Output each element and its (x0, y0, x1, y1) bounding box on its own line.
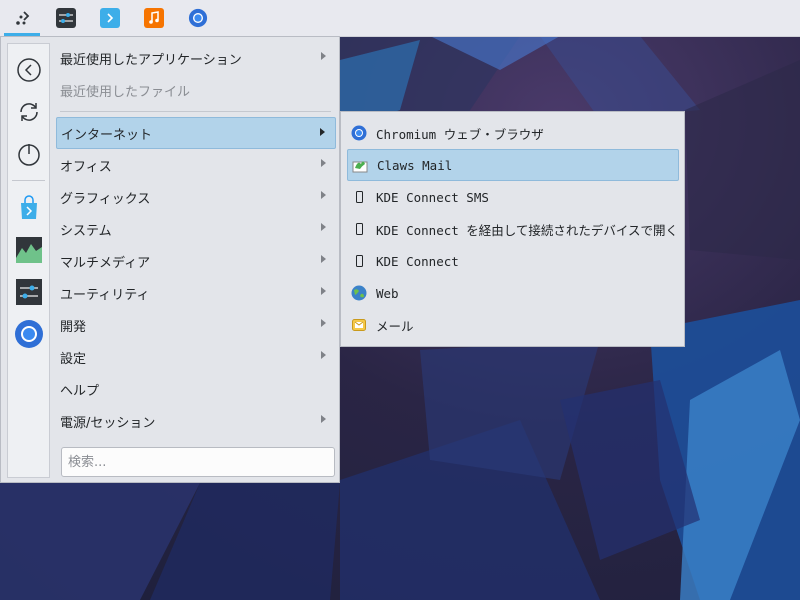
favorites-bar (7, 43, 50, 478)
submenu-arrow-icon (321, 351, 326, 359)
menu-item-utilities[interactable]: ユーティリティ (56, 277, 336, 309)
submenu-item-kde-connect[interactable]: KDE Connect (347, 245, 679, 277)
power-button[interactable] (13, 138, 45, 170)
chromium-icon (15, 320, 43, 348)
submenu-item-kde-connect-open[interactable]: KDE Connect を経由して接続されたデバイスで開く (347, 213, 679, 245)
store-bag-icon (100, 8, 120, 28)
submenu-item-web[interactable]: Web (347, 277, 679, 309)
phone-icon (351, 221, 367, 237)
submenu-arrow-icon (321, 255, 326, 263)
menu-item-label: ユーティリティ (60, 287, 150, 303)
back-icon (17, 58, 41, 82)
menu-item-label: 設定 (60, 351, 87, 367)
submenu-item-label: メール (376, 318, 414, 334)
chromium-button[interactable] (176, 0, 220, 36)
discover-favorite[interactable] (13, 192, 45, 224)
chromium-icon (188, 8, 208, 28)
submenu-arrow-icon (321, 223, 326, 231)
menu-item-office[interactable]: オフィス (56, 149, 336, 181)
kde-launcher-icon (12, 8, 32, 28)
submenu-item-label: Web (376, 285, 399, 301)
menu-separator (60, 111, 331, 112)
globe-icon (351, 285, 367, 301)
submenu-arrow-icon (321, 415, 326, 423)
submenu-item-chromium[interactable]: Chromium ウェブ・ブラウザ (347, 117, 679, 149)
menu-item-internet[interactable]: インターネット (56, 117, 336, 149)
menu-item-recent-files: 最近使用したファイル (56, 74, 336, 106)
taskbar (0, 0, 800, 37)
back-button[interactable] (13, 54, 45, 86)
music-button[interactable] (132, 0, 176, 36)
sliders-icon (56, 8, 76, 28)
submenu-item-kde-connect-sms[interactable]: KDE Connect SMS (347, 181, 679, 213)
system-settings-icon (16, 279, 42, 305)
menu-item-development[interactable]: 開発 (56, 309, 336, 341)
menu-item-graphics[interactable]: グラフィックス (56, 181, 336, 213)
menu-item-label: ヘルプ (60, 383, 100, 399)
submenu-item-label: KDE Connect を経由して接続されたデバイスで開く (376, 222, 679, 238)
chromium-icon (351, 125, 367, 141)
menu-item-multimedia[interactable]: マルチメディア (56, 245, 336, 277)
system-monitor-favorite[interactable] (13, 234, 45, 266)
application-menu: 最近使用したアプリケーション 最近使用したファイル インターネット オフィス グ… (0, 36, 340, 483)
submenu-arrow-icon (321, 319, 326, 327)
menu-item-label: インターネット (61, 127, 153, 143)
menu-item-recent-apps[interactable]: 最近使用したアプリケーション (56, 42, 336, 74)
phone-icon (351, 189, 367, 205)
submenu-item-label: KDE Connect (376, 253, 459, 269)
music-note-icon (144, 8, 164, 28)
menu-item-label: オフィス (60, 159, 112, 175)
discover-button[interactable] (88, 0, 132, 36)
menu-item-label: グラフィックス (60, 191, 151, 207)
internet-submenu: Chromium ウェブ・ブラウザ Claws Mail KDE Connect… (340, 111, 685, 347)
submenu-arrow-icon (321, 52, 326, 60)
power-icon (18, 144, 40, 166)
favorites-separator (12, 180, 45, 181)
phone-icon (351, 253, 367, 269)
submenu-item-label: Claws Mail (377, 157, 453, 173)
chromium-favorite[interactable] (13, 318, 45, 350)
menu-item-label: システム (60, 223, 112, 239)
menu-item-settings[interactable]: 設定 (56, 341, 336, 373)
menu-item-label: 開発 (60, 319, 87, 335)
menu-item-label: 電源/セッション (60, 415, 156, 431)
system-settings-button[interactable] (44, 0, 88, 36)
menu-item-label: 最近使用したファイル (60, 84, 191, 100)
refresh-button[interactable] (13, 96, 45, 128)
discover-icon (21, 195, 37, 219)
submenu-arrow-icon (321, 191, 326, 199)
submenu-arrow-icon (320, 128, 325, 136)
system-settings-favorite[interactable] (13, 276, 45, 308)
claws-mail-icon (352, 158, 368, 174)
submenu-item-label: Chromium ウェブ・ブラウザ (376, 126, 544, 142)
menu-item-help[interactable]: ヘルプ (56, 373, 336, 405)
submenu-item-mail[interactable]: メール (347, 309, 679, 341)
menu-item-power-session[interactable]: 電源/セッション (56, 405, 336, 437)
application-launcher-button[interactable] (0, 0, 44, 36)
system-monitor-icon (16, 237, 42, 263)
submenu-item-label: KDE Connect SMS (376, 189, 489, 205)
menu-item-label: マルチメディア (60, 255, 151, 271)
search-input[interactable] (61, 447, 335, 477)
submenu-arrow-icon (321, 287, 326, 295)
submenu-arrow-icon (321, 159, 326, 167)
refresh-icon (20, 103, 38, 121)
menu-item-system[interactable]: システム (56, 213, 336, 245)
submenu-item-claws-mail[interactable]: Claws Mail (347, 149, 679, 181)
mail-icon (351, 317, 367, 333)
menu-item-label: 最近使用したアプリケーション (60, 52, 242, 68)
